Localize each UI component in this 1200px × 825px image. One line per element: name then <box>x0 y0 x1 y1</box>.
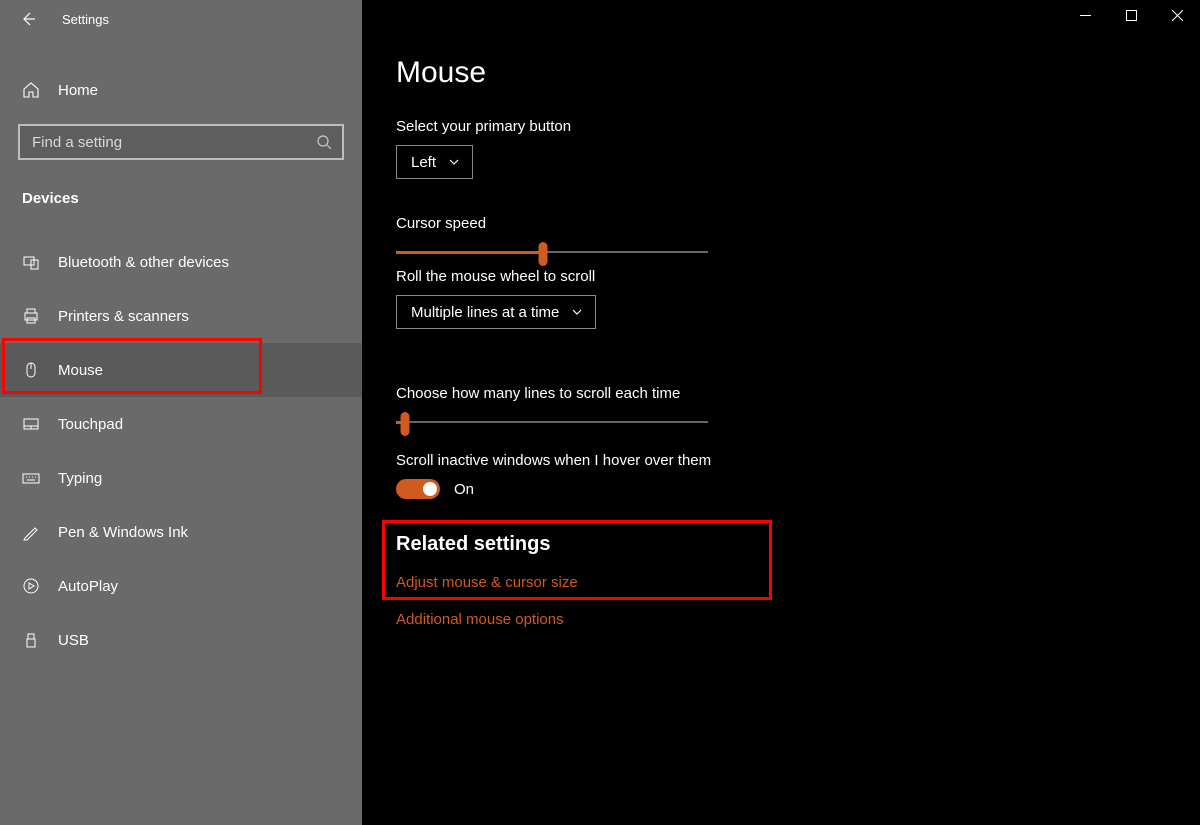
chevron-down-icon <box>448 156 460 168</box>
category-label: Devices <box>0 190 362 207</box>
nav-label: Printers & scanners <box>58 308 189 325</box>
printer-icon <box>22 307 40 325</box>
nav-item-touchpad[interactable]: Touchpad <box>0 397 362 451</box>
nav-item-printers[interactable]: Printers & scanners <box>0 289 362 343</box>
minimize-button[interactable] <box>1062 0 1108 30</box>
home-label: Home <box>58 82 98 99</box>
nav-label: Typing <box>58 470 102 487</box>
link-adjust-mouse-size[interactable]: Adjust mouse & cursor size <box>396 574 1200 591</box>
slider-thumb[interactable] <box>538 242 547 266</box>
primary-button-label: Select your primary button <box>396 118 1200 135</box>
nav-item-usb[interactable]: USB <box>0 613 362 667</box>
nav-label: AutoPlay <box>58 578 118 595</box>
pen-icon <box>22 523 40 541</box>
nav-item-mouse[interactable]: Mouse <box>0 343 362 397</box>
nav-item-pen[interactable]: Pen & Windows Ink <box>0 505 362 559</box>
dropdown-value: Left <box>411 154 436 171</box>
scroll-inactive-label: Scroll inactive windows when I hover ove… <box>396 452 1200 469</box>
primary-button-dropdown[interactable]: Left <box>396 145 473 179</box>
page-title: Mouse <box>396 56 1200 90</box>
cursor-speed-label: Cursor speed <box>396 215 1200 232</box>
nav-label: Bluetooth & other devices <box>58 254 229 271</box>
close-button[interactable] <box>1154 0 1200 30</box>
nav-label: Touchpad <box>58 416 123 433</box>
chevron-down-icon <box>571 306 583 318</box>
back-button[interactable] <box>18 9 38 29</box>
search-wrap <box>18 124 346 160</box>
link-additional-mouse-options[interactable]: Additional mouse options <box>396 611 1200 628</box>
devices-icon <box>22 253 40 271</box>
maximize-button[interactable] <box>1108 0 1154 30</box>
touchpad-icon <box>22 415 40 433</box>
search-input[interactable] <box>32 134 316 151</box>
mouse-icon <box>22 361 40 379</box>
cursor-speed-slider[interactable] <box>396 242 708 262</box>
wheel-scroll-label: Roll the mouse wheel to scroll <box>396 268 1200 285</box>
nav-item-autoplay[interactable]: AutoPlay <box>0 559 362 613</box>
search-icon <box>316 134 332 150</box>
wheel-scroll-dropdown[interactable]: Multiple lines at a time <box>396 295 596 329</box>
lines-scroll-slider[interactable] <box>396 412 708 432</box>
sidebar: Settings Home Devices Bluetooth & oth <box>0 0 362 825</box>
nav-item-bluetooth[interactable]: Bluetooth & other devices <box>0 235 362 289</box>
scroll-inactive-toggle[interactable] <box>396 479 440 499</box>
nav-list: Bluetooth & other devices Printers & sca… <box>0 235 362 667</box>
app-title: Settings <box>62 12 109 27</box>
window-controls <box>1062 0 1200 34</box>
nav-label: Pen & Windows Ink <box>58 524 188 541</box>
dropdown-value: Multiple lines at a time <box>411 304 559 321</box>
main-content: Mouse Select your primary button Left Cu… <box>362 0 1200 825</box>
keyboard-icon <box>22 469 40 487</box>
toggle-state: On <box>454 481 474 498</box>
nav-label: Mouse <box>58 362 103 379</box>
related-settings-heading: Related settings <box>396 533 1200 556</box>
home-icon <box>22 81 40 99</box>
home-nav[interactable]: Home <box>0 68 362 112</box>
titlebar-left: Settings <box>0 0 362 38</box>
nav-item-typing[interactable]: Typing <box>0 451 362 505</box>
autoplay-icon <box>22 577 40 595</box>
nav-label: USB <box>58 632 89 649</box>
usb-icon <box>22 631 40 649</box>
search-box[interactable] <box>18 124 344 160</box>
slider-thumb[interactable] <box>401 412 410 436</box>
lines-scroll-label: Choose how many lines to scroll each tim… <box>396 385 1200 402</box>
